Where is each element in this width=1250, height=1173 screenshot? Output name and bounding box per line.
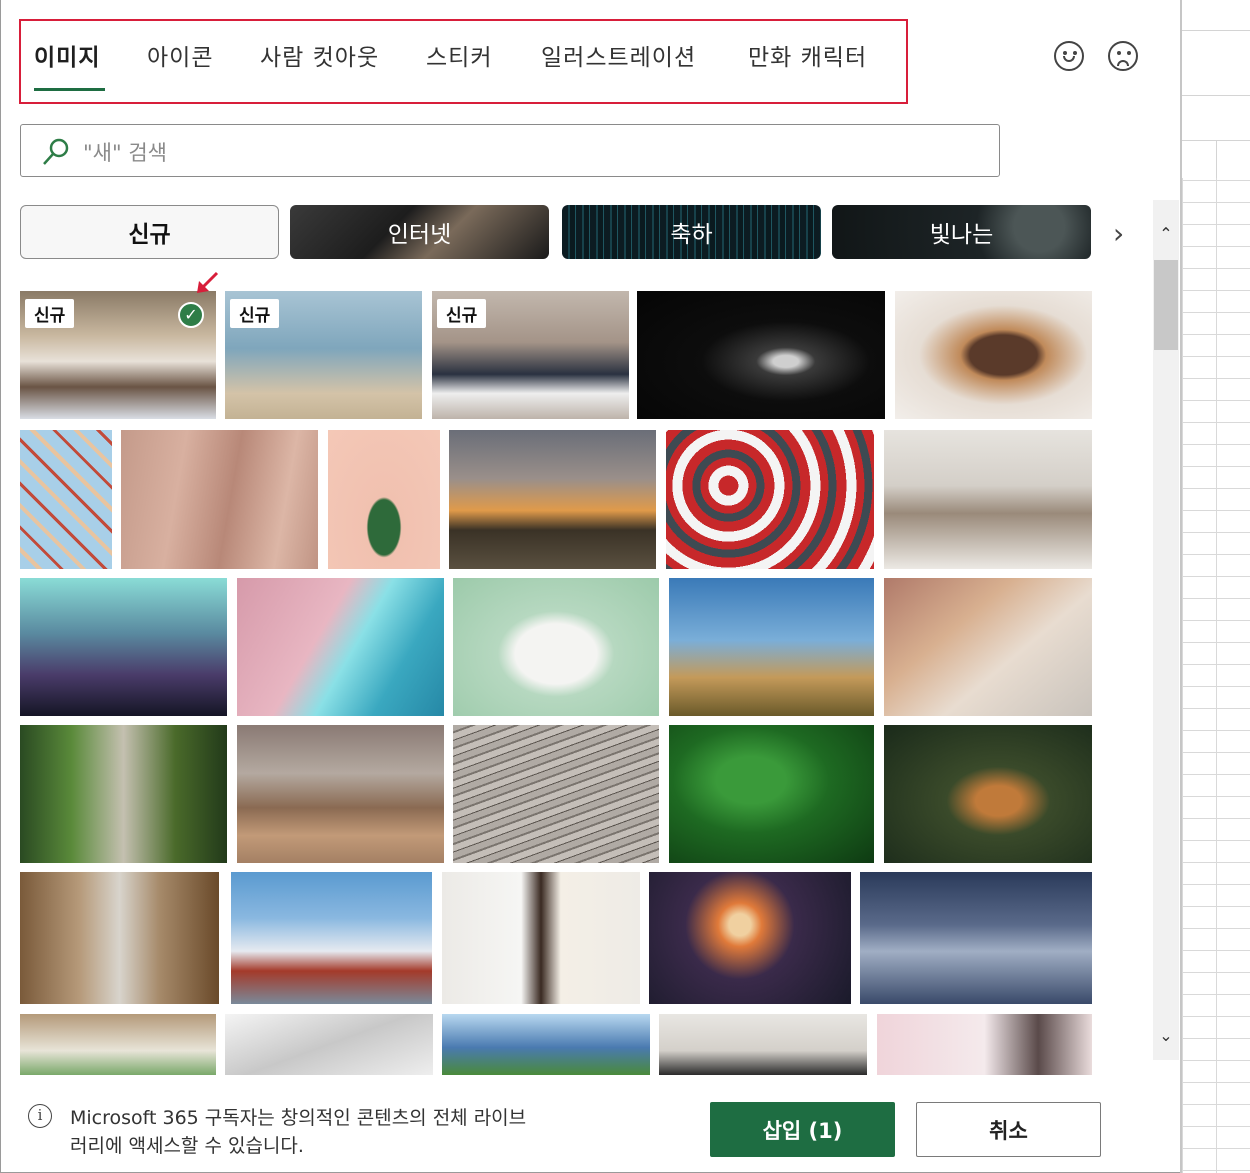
image-concert-crowd[interactable]	[20, 578, 227, 716]
image-coastline[interactable]	[237, 725, 444, 863]
new-badge: 신규	[25, 299, 75, 328]
image-pink-fabric[interactable]	[121, 430, 318, 569]
active-tab-indicator	[34, 88, 105, 91]
red-arrow-annotation-icon	[197, 271, 219, 293]
new-badge: 신규	[437, 299, 487, 328]
image-pattern-houses[interactable]	[20, 430, 112, 569]
scroll-down-icon[interactable]: ⌄	[1156, 1026, 1176, 1046]
search-input[interactable]: "새" 검색	[20, 124, 1000, 177]
image-mother-child[interactable]	[895, 291, 1092, 419]
scroll-up-icon[interactable]: ⌃	[1156, 224, 1176, 244]
chevron-right-icon[interactable]: ›	[1113, 217, 1124, 250]
category-chip-celebration[interactable]: 축하	[562, 205, 821, 259]
stock-images-dialog: 이미지 아이콘 사람 컷아웃 스티커 일러스트레이션 만화 캐릭터 "새" 검색…	[0, 0, 1180, 1173]
image-wedding-couple-street[interactable]: 신규	[432, 291, 629, 419]
image-paper-people[interactable]	[453, 578, 659, 716]
image-gardener-plants[interactable]	[20, 725, 227, 863]
image-couple-beach[interactable]: 신규	[225, 291, 422, 419]
image-paint-palette[interactable]	[20, 1014, 216, 1075]
image-pink-beach-waves[interactable]	[237, 578, 444, 716]
smile-feedback-icon[interactable]	[1054, 41, 1084, 71]
insert-button[interactable]: 삽입 (1)	[710, 1102, 895, 1157]
subscriber-info-text: Microsoft 365 구독자는 창의적인 콘텐츠의 전체 라이브러리에 액…	[70, 1107, 527, 1157]
image-tiger-jungle[interactable]	[884, 725, 1092, 863]
image-man-with-cat[interactable]	[884, 578, 1092, 716]
spreadsheet-ribbon	[1182, 0, 1250, 178]
selected-check-icon: ✓	[178, 302, 204, 328]
image-golf-ball[interactable]	[442, 1014, 650, 1075]
image-pink-desk[interactable]	[877, 1014, 1092, 1075]
image-cactus-pink[interactable]	[328, 430, 440, 569]
image-office-workspace[interactable]	[884, 430, 1092, 569]
image-coffee-cups[interactable]	[659, 1014, 867, 1075]
category-chip-internet[interactable]: 인터넷	[290, 205, 549, 259]
image-businesswoman[interactable]	[442, 872, 640, 1004]
category-chip-shiny[interactable]: 빛나는	[832, 205, 1091, 259]
image-man-lumber-warehouse[interactable]	[20, 872, 219, 1004]
search-icon	[43, 138, 69, 165]
image-desert-cactus[interactable]	[669, 578, 874, 716]
category-chip-new[interactable]: 신규	[20, 205, 279, 259]
tab-illustrations[interactable]: 일러스트레이션	[541, 38, 696, 72]
image-tiara-dark[interactable]	[637, 291, 885, 419]
scrollbar-thumb[interactable]	[1154, 260, 1178, 350]
frown-feedback-icon[interactable]	[1108, 41, 1138, 71]
tab-icons[interactable]: 아이콘	[147, 38, 213, 72]
tab-cutout-people[interactable]: 사람 컷아웃	[260, 38, 379, 72]
image-woman-sunset[interactable]	[449, 430, 656, 569]
image-green-leaves[interactable]	[669, 725, 874, 863]
tab-stickers[interactable]: 스티커	[426, 38, 492, 72]
new-badge: 신규	[230, 299, 280, 328]
image-red-umbrellas[interactable]	[666, 430, 874, 569]
cancel-button[interactable]: 취소	[916, 1102, 1101, 1157]
tab-cartoon-characters[interactable]: 만화 캐릭터	[748, 38, 867, 72]
image-arctic-ice[interactable]	[860, 872, 1092, 1004]
image-golden-gate-fog[interactable]	[231, 872, 432, 1004]
image-crystal-ball-city[interactable]	[649, 872, 851, 1004]
info-icon: i	[28, 1104, 52, 1128]
image-book-pages[interactable]	[225, 1014, 433, 1075]
vertical-scrollbar[interactable]: ⌃ ⌄	[1153, 200, 1179, 1060]
tab-images[interactable]: 이미지	[34, 38, 100, 72]
search-placeholder: "새" 검색	[83, 141, 167, 165]
spreadsheet-background	[1180, 0, 1250, 1173]
image-wood-texture[interactable]	[453, 725, 659, 863]
